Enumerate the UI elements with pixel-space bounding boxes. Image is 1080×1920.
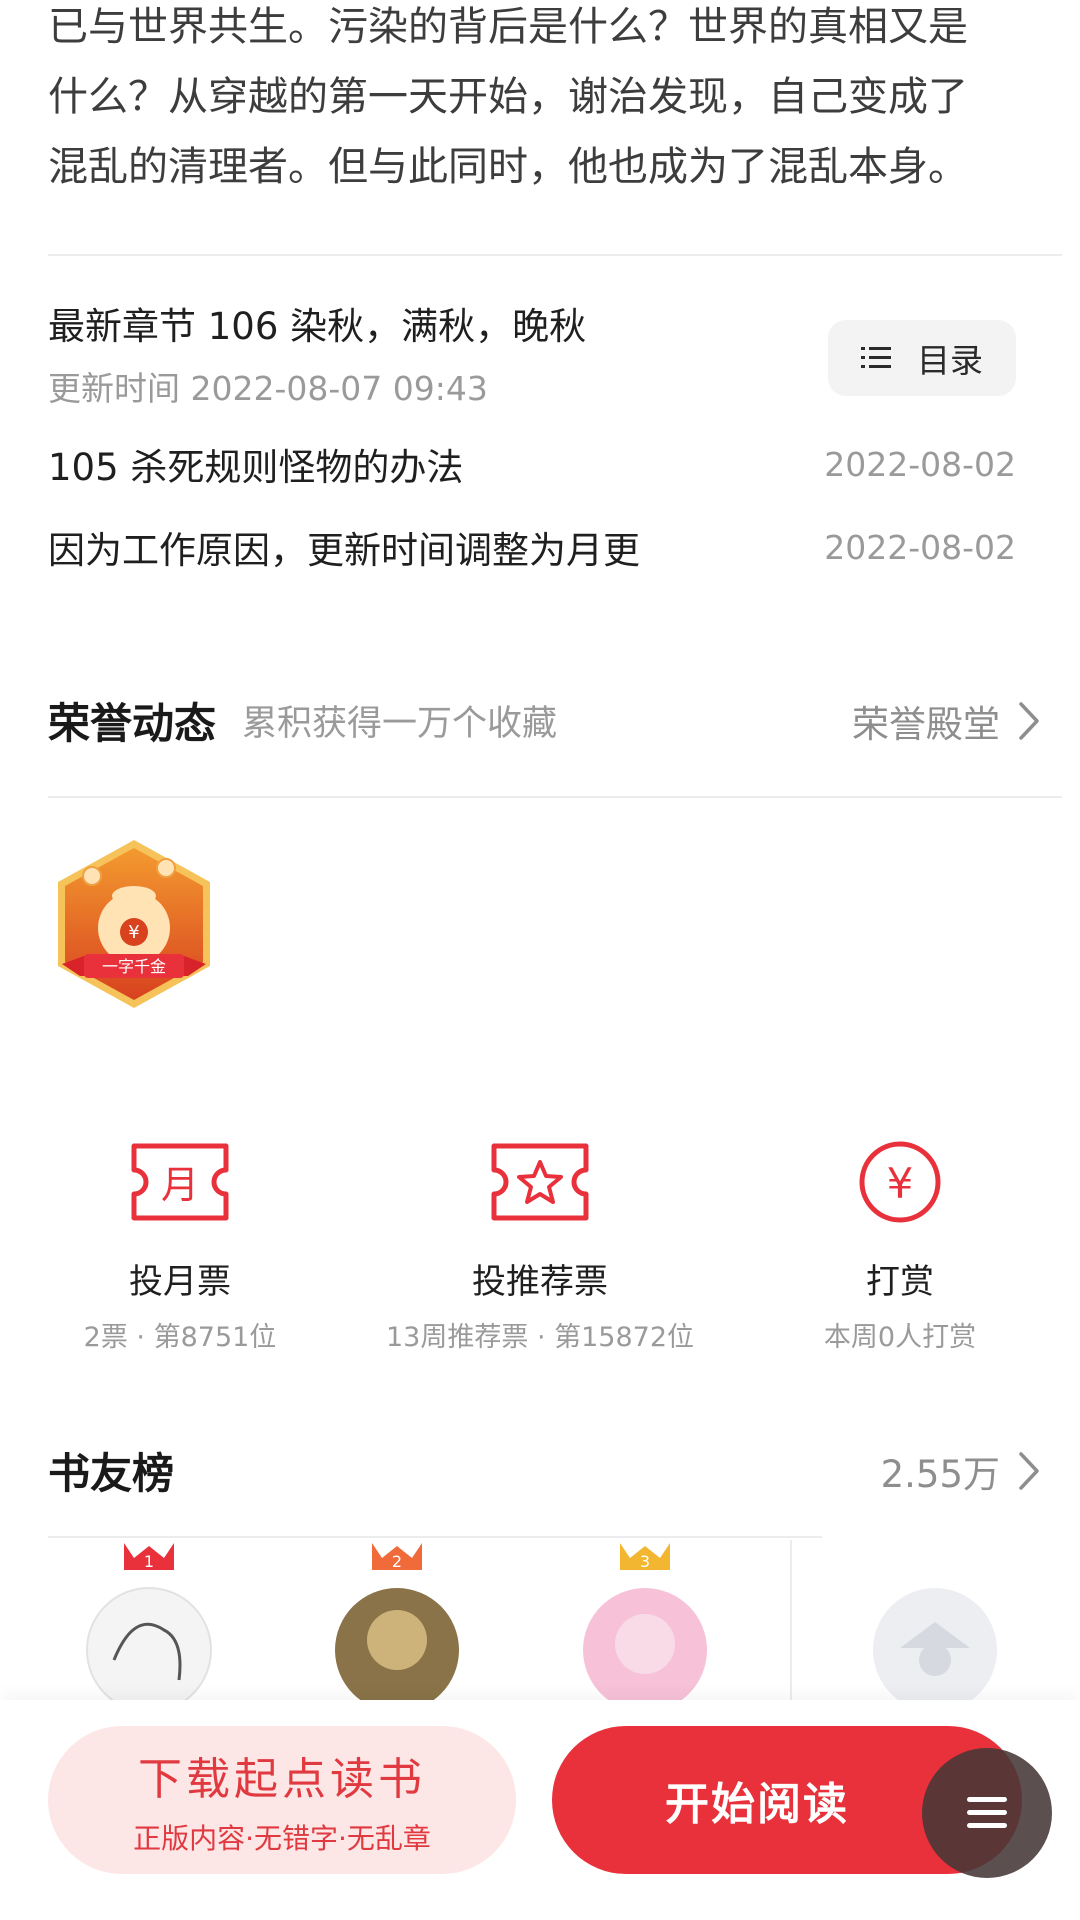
fans-ranking: 1 2 3 xyxy=(48,1540,1032,1713)
start-reading-label: 开始阅读 xyxy=(665,1779,849,1830)
reward-button[interactable]: ¥ 打赏 本周0人打赏 xyxy=(720,1140,1080,1354)
honor-section-header: 荣誉动态 累积获得一万个收藏 荣誉殿堂 xyxy=(48,690,1040,751)
fans-count: 2.55万 xyxy=(880,1452,1000,1496)
svg-text:3: 3 xyxy=(640,1552,650,1571)
bottom-bar: 下载起点读书 正版内容·无错字·无乱章 开始阅读 xyxy=(0,1700,1080,1920)
chapter-title: 因为工作原因，更新时间调整为月更 xyxy=(48,529,640,572)
list-icon xyxy=(861,347,891,368)
avatar: 1 xyxy=(86,1543,212,1713)
user-placeholder-icon xyxy=(873,1588,997,1712)
chevron-right-icon xyxy=(1019,701,1039,740)
synopsis-line: 什么？从穿越的第一天开始，谢治发现，自己变成了 xyxy=(48,74,968,120)
honor-badge-icon[interactable]: ¥ 一字千金 xyxy=(48,836,220,1012)
action-label: 投月票 xyxy=(129,1262,231,1302)
vote-recommend-ticket-button[interactable]: 投推荐票 13周推荐票 · 第15872位 xyxy=(360,1140,720,1354)
divider xyxy=(790,1540,792,1700)
divider xyxy=(48,1536,822,1538)
avatar: 2 xyxy=(335,1543,459,1712)
chevron-right-icon xyxy=(1019,1451,1039,1490)
svg-text:1: 1 xyxy=(144,1552,154,1571)
svg-text:2: 2 xyxy=(392,1552,402,1571)
honor-title: 荣誉动态 xyxy=(48,699,217,748)
svg-text:月: 月 xyxy=(161,1163,199,1207)
action-label: 打赏 xyxy=(866,1262,934,1302)
honor-subtitle: 累积获得一万个收藏 xyxy=(242,704,558,744)
divider xyxy=(48,254,1062,256)
action-label: 投推荐票 xyxy=(472,1262,608,1302)
action-sub: 本周0人打赏 xyxy=(823,1322,977,1353)
action-sub: 13周推荐票 · 第15872位 xyxy=(386,1322,694,1353)
synopsis-line: 混乱的清理者。但与此同时，他也成为了混乱本身。 xyxy=(48,144,968,190)
menu-button[interactable] xyxy=(922,1748,1052,1878)
toc-label: 目录 xyxy=(917,341,983,380)
download-title: 下载起点读书 xyxy=(138,1754,426,1805)
vote-month-ticket-button[interactable]: 月 投月票 2票 · 第8751位 xyxy=(0,1140,360,1354)
svg-text:一字千金: 一字千金 xyxy=(102,957,166,976)
action-sub: 2票 · 第8751位 xyxy=(83,1322,277,1353)
recommend-ticket-icon xyxy=(491,1143,589,1221)
fan-rank-1[interactable]: 1 xyxy=(84,1540,214,1713)
svg-text:¥: ¥ xyxy=(128,922,139,943)
month-ticket-icon: 月 xyxy=(131,1143,229,1221)
latest-chapter-title[interactable]: 最新章节 106 染秋，满秋，晚秋 xyxy=(48,296,586,350)
chapter-date: 2022-08-02 xyxy=(824,444,1016,484)
honor-hall-link[interactable]: 荣誉殿堂 xyxy=(852,694,1040,748)
fan-placeholder[interactable] xyxy=(870,1540,1000,1712)
download-subtitle: 正版内容·无错字·无乱章 xyxy=(133,1822,431,1855)
action-row: 月 投月票 2票 · 第8751位 投推荐票 13周推荐票 · 第15872位 … xyxy=(0,1140,1080,1353)
fan-rank-3[interactable]: 3 xyxy=(580,1540,710,1712)
fans-title: 书友榜 xyxy=(48,1449,175,1498)
reward-icon: ¥ xyxy=(859,1141,941,1223)
chapter-date: 2022-08-02 xyxy=(824,527,1016,567)
svg-text:¥: ¥ xyxy=(887,1159,914,1208)
divider xyxy=(48,796,1062,798)
menu-icon xyxy=(967,1797,1007,1828)
fan-rank-2[interactable]: 2 xyxy=(332,1540,462,1712)
toc-button[interactable]: 目录 xyxy=(828,320,1016,396)
honor-hall-label: 荣誉殿堂 xyxy=(852,702,1000,746)
chapter-row[interactable]: 105 杀死规则怪物的办法 2022-08-02 xyxy=(48,437,1016,491)
synopsis-line: 已与世界共生。污染的背后是什么？世界的真相又是 xyxy=(48,4,968,50)
fans-section-header: 书友榜 2.55万 xyxy=(48,1440,1040,1501)
book-synopsis: 已与世界共生。污染的背后是什么？世界的真相又是 什么？从穿越的第一天开始，谢治发… xyxy=(48,0,1038,202)
latest-update-time: 更新时间 2022-08-07 09:43 xyxy=(48,369,488,408)
avatar: 3 xyxy=(583,1543,707,1712)
chapter-title: 105 杀死规则怪物的办法 xyxy=(48,446,464,489)
download-app-button[interactable]: 下载起点读书 正版内容·无错字·无乱章 xyxy=(48,1726,516,1874)
chapter-row[interactable]: 因为工作原因，更新时间调整为月更 2022-08-02 xyxy=(48,520,1016,574)
fans-more-link[interactable]: 2.55万 xyxy=(881,1444,1040,1498)
